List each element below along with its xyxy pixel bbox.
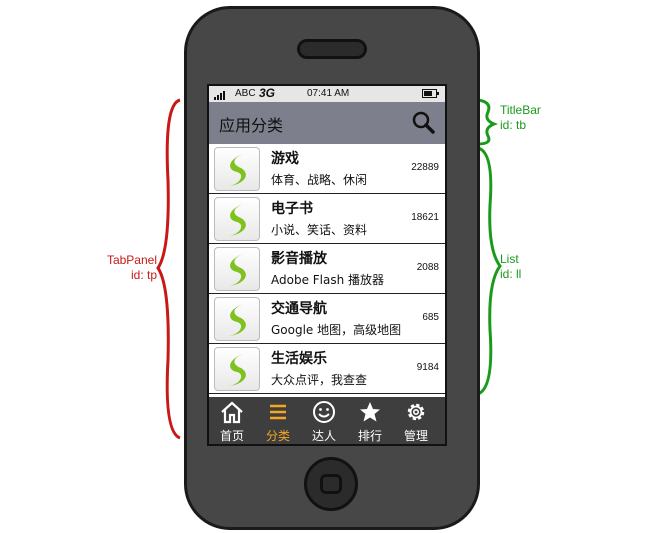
list-annotation-name: List — [500, 252, 519, 266]
phone-screen: ABC 3G 07:41 AM 应用分类 游戏 体育、战略、休闲 22889 电… — [207, 84, 447, 446]
list-item-title: 交通导航 — [271, 301, 327, 317]
network-type: 3G — [259, 86, 276, 100]
tab-panel: 首页 分类 达人 排行 管理 — [209, 397, 445, 444]
status-bar: ABC 3G 07:41 AM — [209, 86, 445, 102]
app-icon — [214, 347, 260, 391]
list-icon — [270, 404, 286, 420]
search-icon[interactable] — [411, 110, 435, 134]
tab-manage[interactable]: 管理 — [393, 397, 439, 444]
list-item-count: 22889 — [411, 162, 439, 173]
signal-icon — [214, 89, 226, 100]
category-list: 游戏 体育、战略、休闲 22889 电子书 小说、笑话、资料 18621 影音播… — [209, 144, 445, 397]
list-annotation-id: id: ll — [500, 267, 522, 281]
clock: 07:41 AM — [307, 88, 350, 99]
list-item-title: 游戏 — [271, 151, 299, 167]
title-bar: 应用分类 — [209, 102, 445, 144]
app-icon — [214, 197, 260, 241]
carrier-name: ABC — [235, 88, 256, 99]
list-item-title: 电子书 — [271, 201, 313, 217]
list-annotation: List id: ll — [500, 252, 521, 282]
titlebar-annotation-id: id: tb — [500, 118, 527, 132]
list-item-subtitle: Adobe Flash 播放器 — [271, 273, 385, 287]
list-item-count: 9184 — [416, 362, 439, 373]
list-item[interactable]: 游戏 体育、战略、休闲 22889 — [209, 144, 445, 194]
tabpanel-brace — [156, 98, 181, 440]
list-item-count: 18621 — [411, 212, 439, 223]
list-item[interactable]: 电子书 小说、笑话、资料 18621 — [209, 194, 445, 244]
list-item-count: 2088 — [416, 262, 439, 273]
titlebar-annotation-name: TitleBar — [500, 103, 541, 117]
tab-label: 排行 — [357, 429, 382, 443]
app-icon — [214, 247, 260, 291]
earpiece-speaker — [297, 39, 367, 59]
smiley-icon — [313, 401, 335, 423]
home-button[interactable] — [304, 457, 358, 511]
tab-home[interactable]: 首页 — [209, 397, 255, 444]
titlebar-brace — [477, 98, 499, 146]
list-item[interactable]: 交通导航 Google 地图，高级地图 685 — [209, 294, 445, 344]
list-item-subtitle: 体育、战略、休闲 — [271, 173, 368, 187]
list-item-subtitle: 大众点评，我查查 — [271, 373, 368, 387]
app-icon — [214, 147, 260, 191]
list-item-title: 生活娱乐 — [271, 351, 327, 367]
tab-label: 达人 — [311, 429, 336, 443]
tab-experts[interactable]: 达人 — [301, 397, 347, 444]
gear-icon — [407, 403, 425, 421]
tabpanel-annotation: TabPanel id: tp — [96, 253, 157, 283]
tabpanel-annotation-id: id: tp — [130, 268, 157, 282]
tab-label: 首页 — [219, 429, 244, 443]
tab-category[interactable]: 分类 — [255, 397, 301, 444]
list-item-count: 685 — [422, 312, 439, 323]
tab-label: 分类 — [265, 429, 290, 443]
list-item[interactable]: 影音播放 Adobe Flash 播放器 2088 — [209, 244, 445, 294]
list-item-subtitle: Google 地图，高级地图 — [271, 323, 402, 337]
app-icon — [214, 297, 260, 341]
titlebar-annotation: TitleBar id: tb — [500, 103, 541, 133]
page-title: 应用分类 — [219, 116, 284, 135]
list-item-subtitle: 小说、笑话、资料 — [271, 223, 368, 237]
tab-ranking[interactable]: 排行 — [347, 397, 393, 444]
list-item[interactable]: 生活娱乐 大众点评，我查查 9184 — [209, 344, 445, 394]
list-brace — [477, 146, 502, 396]
tab-label: 管理 — [403, 429, 428, 443]
battery-icon — [422, 89, 439, 98]
tabpanel-annotation-name: TabPanel — [106, 253, 157, 267]
star-icon — [360, 402, 380, 422]
list-item-title: 影音播放 — [271, 251, 327, 267]
home-icon — [221, 401, 243, 424]
